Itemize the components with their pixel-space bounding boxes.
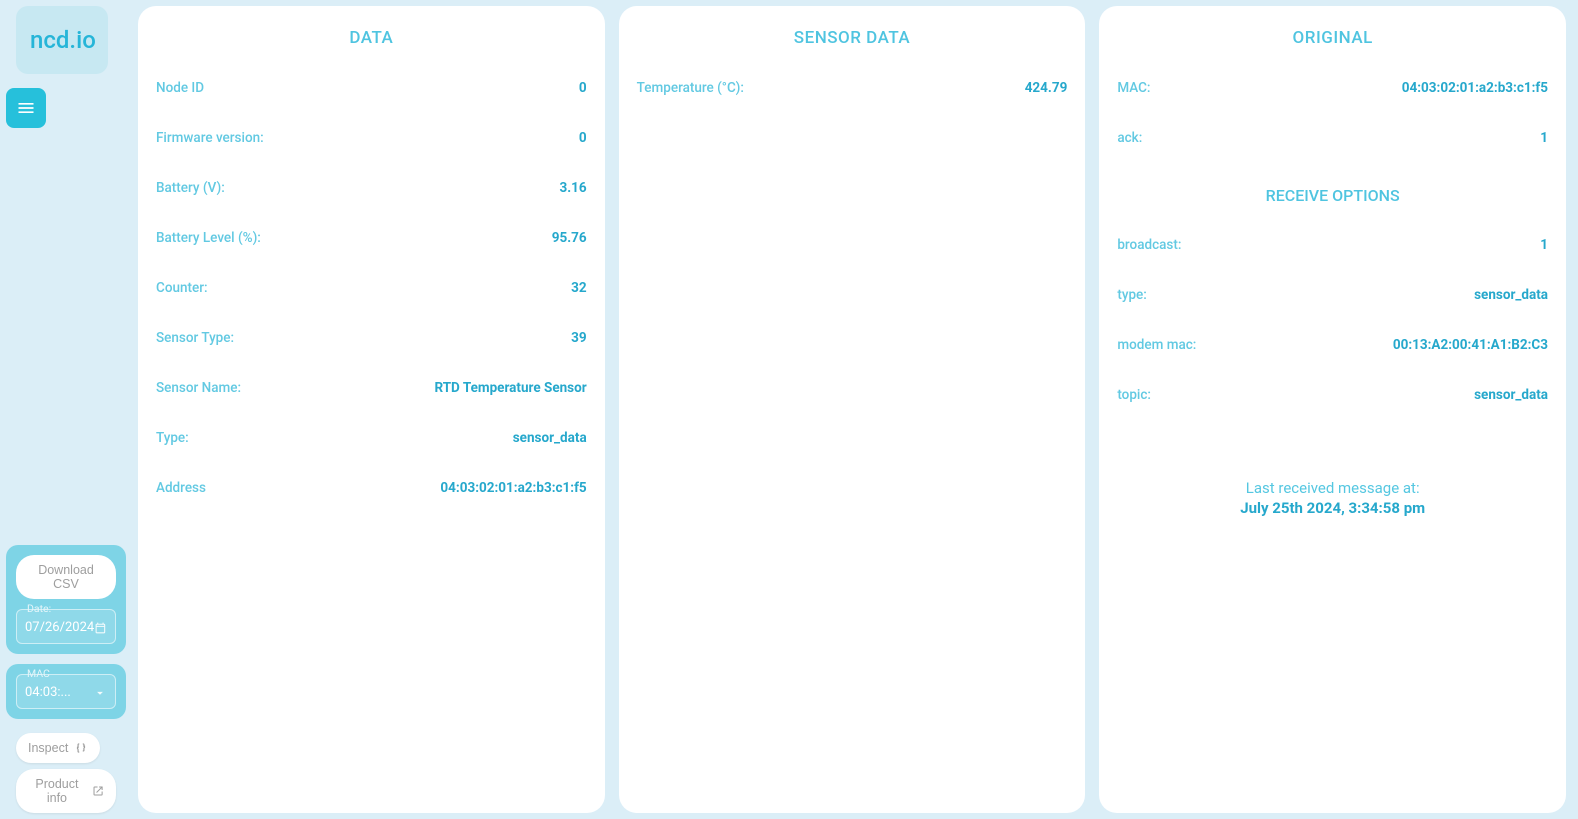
data-row: Sensor Name: RTD Temperature Sensor	[156, 370, 587, 420]
row-label: topic:	[1117, 387, 1151, 403]
sensor-data-rows: Temperature (°C): 424.79	[637, 70, 1068, 120]
mac-label: MAC	[25, 667, 52, 680]
open-external-icon	[92, 784, 104, 798]
date-field[interactable]: Date: 07/26/2024	[16, 609, 116, 644]
data-row: ack: 1	[1117, 120, 1548, 170]
row-value: 0	[579, 130, 587, 146]
receive-options-title: RECEIVE OPTIONS	[1117, 186, 1548, 205]
data-row: Address 04:03:02:01:a2:b3:c1:f5	[156, 470, 587, 520]
data-row: Temperature (°C): 424.79	[637, 70, 1068, 120]
last-received-label: Last received message at:	[1117, 479, 1548, 497]
row-label: Type:	[156, 430, 189, 446]
row-label: MAC:	[1117, 80, 1150, 96]
data-panel-title: DATA	[156, 28, 587, 48]
row-value: 1	[1540, 237, 1548, 253]
row-value: RTD Temperature Sensor	[434, 380, 586, 396]
data-row: modem mac: 00:13:A2:00:41:A1:B2:C3	[1117, 327, 1548, 377]
row-value: sensor_data	[513, 430, 587, 446]
brand-logo: ncd.io	[16, 6, 108, 74]
row-label: Battery (V):	[156, 180, 225, 196]
data-row: Type: sensor_data	[156, 420, 587, 470]
mac-select[interactable]: MAC 04:03:...	[16, 674, 116, 709]
data-row: Battery (V): 3.16	[156, 170, 587, 220]
original-panel-title: ORIGINAL	[1117, 28, 1548, 48]
data-row: Node ID 0	[156, 70, 587, 120]
row-value: sensor_data	[1474, 387, 1548, 403]
row-value: sensor_data	[1474, 287, 1548, 303]
row-label: Node ID	[156, 80, 204, 96]
row-value: 95.76	[552, 230, 587, 246]
row-value: 0	[579, 80, 587, 96]
row-value: 04:03:02:01:a2:b3:c1:f5	[440, 480, 586, 496]
product-info-label: Product info	[28, 777, 86, 805]
original-panel: ORIGINAL MAC: 04:03:02:01:a2:b3:c1:f5 ack:…	[1099, 6, 1566, 813]
sensor-data-panel: SENSOR DATA Temperature (°C): 424.79	[619, 6, 1086, 813]
row-label: ack:	[1117, 130, 1142, 146]
braces-icon	[74, 741, 88, 755]
product-info-button[interactable]: Product info	[16, 769, 116, 813]
last-received: Last received message at: July 25th 2024…	[1117, 479, 1548, 517]
row-label: modem mac:	[1117, 337, 1196, 353]
sensor-data-panel-title: SENSOR DATA	[637, 28, 1068, 48]
data-panel: DATA Node ID 0 Firmware version: 0 Battery (…	[138, 6, 605, 813]
last-received-value: July 25th 2024, 3:34:58 pm	[1117, 499, 1548, 517]
data-row: topic: sensor_data	[1117, 377, 1548, 427]
row-label: Battery Level (%):	[156, 230, 261, 246]
row-value: 1	[1540, 130, 1548, 146]
row-value: 04:03:02:01:a2:b3:c1:f5	[1402, 80, 1548, 96]
row-value: 424.79	[1025, 80, 1068, 96]
calendar-icon	[94, 621, 107, 635]
data-row: type: sensor_data	[1117, 277, 1548, 327]
data-row: Counter: 32	[156, 270, 587, 320]
original-rows: MAC: 04:03:02:01:a2:b3:c1:f5 ack: 1	[1117, 70, 1548, 170]
row-label: type:	[1117, 287, 1147, 303]
dropdown-icon	[93, 686, 107, 700]
row-label: broadcast:	[1117, 237, 1181, 253]
menu-button[interactable]	[6, 88, 46, 128]
hamburger-icon	[16, 98, 36, 118]
download-csv-label: Download CSV	[28, 563, 104, 591]
receive-rows: broadcast:1type:sensor_datamodem mac:00:…	[1117, 227, 1548, 427]
inspect-button[interactable]: Inspect	[16, 733, 100, 763]
data-rows: Node ID 0 Firmware version: 0 Battery (V): 3.…	[156, 70, 587, 520]
row-value: 3.16	[560, 180, 587, 196]
download-csv-button[interactable]: Download CSV	[16, 555, 116, 599]
data-row: Battery Level (%): 95.76	[156, 220, 587, 270]
mac-card: MAC 04:03:...	[6, 664, 126, 719]
date-label: Date:	[25, 602, 53, 615]
date-value: 07/26/2024	[25, 620, 94, 635]
row-label: Firmware version:	[156, 130, 264, 146]
row-label: Sensor Type:	[156, 330, 234, 346]
data-row: MAC: 04:03:02:01:a2:b3:c1:f5	[1117, 70, 1548, 120]
data-row: broadcast: 1	[1117, 227, 1548, 277]
row-label: Counter:	[156, 280, 208, 296]
row-value: 00:13:A2:00:41:A1:B2:C3	[1393, 337, 1548, 353]
row-label: Sensor Name:	[156, 380, 241, 396]
data-row: Firmware version: 0	[156, 120, 587, 170]
mac-value: 04:03:...	[25, 685, 71, 700]
row-label: Address	[156, 480, 206, 496]
row-label: Temperature (°C):	[637, 80, 744, 96]
download-card: Download CSV Date: 07/26/2024	[6, 545, 126, 654]
row-value: 39	[571, 330, 587, 346]
data-row: Sensor Type: 39	[156, 320, 587, 370]
row-value: 32	[571, 280, 587, 296]
inspect-label: Inspect	[28, 741, 68, 755]
